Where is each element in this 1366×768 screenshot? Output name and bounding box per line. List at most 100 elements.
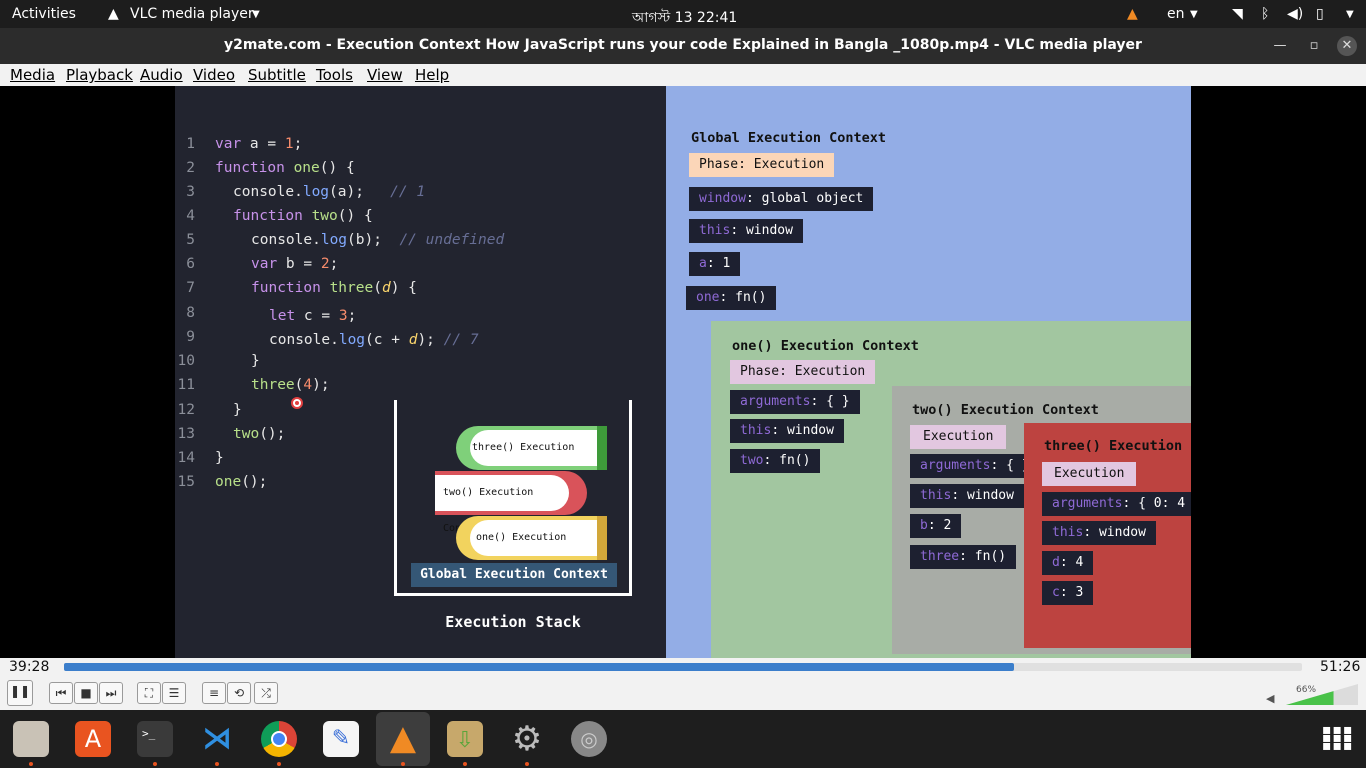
code-line: function two() { bbox=[233, 208, 373, 224]
system-top-bar: Activities ▲ VLC media player ▼ আগস্ট 13… bbox=[0, 0, 1366, 28]
total-time[interactable]: 51:26 bbox=[1320, 659, 1360, 675]
three-phase-badge: Execution bbox=[1042, 462, 1137, 486]
minimize-button[interactable]: — bbox=[1270, 36, 1290, 56]
menu-audio[interactable]: Audio bbox=[140, 66, 183, 84]
code-line: three(4); bbox=[251, 377, 330, 393]
volume-icon[interactable]: ◀) bbox=[1287, 6, 1303, 22]
context-pane: Global Execution Context Phase: Executio… bbox=[666, 86, 1191, 658]
one-context-title: one() Execution Context bbox=[732, 338, 919, 354]
vscode-icon[interactable]: ⋊ bbox=[199, 721, 235, 757]
code-line: } bbox=[215, 450, 224, 466]
seek-bar[interactable] bbox=[64, 663, 1302, 671]
global-phase-badge: Phase: Execution bbox=[689, 153, 835, 177]
one-context-panel: one() Execution Context Phase: Execution… bbox=[711, 321, 1191, 658]
pause-button[interactable]: ❚❚ bbox=[7, 680, 33, 706]
battery-icon[interactable]: ▯ bbox=[1316, 6, 1324, 22]
previous-button[interactable]: ⏮ bbox=[49, 682, 73, 704]
running-indicator bbox=[215, 762, 219, 766]
bluetooth-icon[interactable]: ᛒ bbox=[1261, 6, 1269, 22]
chevron-down-icon[interactable]: ▼ bbox=[1346, 9, 1354, 20]
two-this-entry: this: window bbox=[910, 484, 1024, 508]
video-area[interactable]: 1 2 3 4 5 6 7 8 9 10 11 12 13 14 15 var a = 1; functio… bbox=[0, 86, 1366, 658]
line-number: 12 bbox=[177, 402, 195, 418]
two-three-entry: three: fn() bbox=[910, 545, 1017, 569]
stack-item-global: Global Execution Context bbox=[411, 563, 617, 587]
speaker-icon[interactable]: ◀ bbox=[1266, 692, 1274, 705]
one-phase-badge: Phase: Execution bbox=[730, 360, 876, 384]
line-number: 9 bbox=[186, 329, 195, 345]
vlc-tray-icon[interactable]: ▲ bbox=[1127, 6, 1138, 22]
code-line: function three(d) { bbox=[251, 280, 417, 296]
archive-manager-icon[interactable]: ⇩ bbox=[447, 721, 483, 757]
stop-button[interactable]: ■ bbox=[74, 682, 98, 704]
one-two-entry: two: fn() bbox=[730, 449, 821, 473]
seek-progress bbox=[64, 663, 1014, 671]
running-indicator bbox=[463, 762, 467, 766]
player-controls: 39:28 51:26 ❚❚ ⏮ ■ ⏭ ⛶ ☰ ≡ ⟲ ⤮ ◀ 66% bbox=[0, 658, 1366, 710]
elapsed-time[interactable]: 39:28 bbox=[9, 659, 49, 675]
three-context-panel: three() Execution Co Execution arguments… bbox=[1024, 423, 1191, 648]
line-number: 6 bbox=[186, 256, 195, 272]
three-d-entry: d: 4 bbox=[1042, 551, 1094, 575]
menu-video[interactable]: Video bbox=[193, 66, 235, 84]
global-one-entry: one: fn() bbox=[686, 286, 777, 310]
menu-playback[interactable]: Playback bbox=[66, 66, 133, 84]
running-indicator bbox=[277, 762, 281, 766]
maximize-button[interactable]: ▫ bbox=[1304, 36, 1324, 56]
three-arguments-entry: arguments: { 0: 4 } bbox=[1042, 492, 1191, 516]
menu-help[interactable]: Help bbox=[415, 66, 449, 84]
text-editor-icon[interactable]: ✎ bbox=[323, 721, 359, 757]
wifi-icon[interactable]: ◥ bbox=[1232, 6, 1243, 22]
volume-slider[interactable] bbox=[1286, 684, 1358, 706]
show-applications-icon[interactable]: ▪▪▪ ▪▪▪ ▪▪▪ bbox=[1322, 723, 1352, 753]
line-number: 3 bbox=[186, 184, 195, 200]
two-b-entry: b: 2 bbox=[910, 514, 962, 538]
line-number: 7 bbox=[186, 280, 195, 296]
one-this-entry: this: window bbox=[730, 419, 844, 443]
app-menu-icon[interactable]: ▲ bbox=[108, 6, 119, 22]
vlc-icon[interactable]: ▲ bbox=[385, 721, 421, 757]
two-arguments-entry: arguments: { } bbox=[910, 454, 1040, 478]
stack-item-one: one() Execution Context bbox=[456, 516, 607, 579]
terminal-icon[interactable]: >_ bbox=[137, 721, 173, 757]
ubuntu-software-icon[interactable]: A bbox=[75, 721, 111, 757]
line-number: 13 bbox=[177, 426, 195, 442]
code-line: two(); bbox=[233, 426, 286, 442]
two-context-title: two() Execution Context bbox=[912, 402, 1099, 418]
chevron-down-icon: ▼ bbox=[1190, 9, 1198, 20]
menu-media[interactable]: Media bbox=[10, 66, 55, 84]
execution-stack-label: Execution Stack bbox=[445, 613, 581, 631]
three-c-entry: c: 3 bbox=[1042, 581, 1094, 605]
code-line: } bbox=[251, 353, 260, 369]
shuffle-button[interactable]: ⤮ bbox=[254, 682, 278, 704]
running-indicator bbox=[29, 762, 33, 766]
line-number: 4 bbox=[186, 208, 195, 224]
menu-tools[interactable]: Tools bbox=[316, 66, 353, 84]
window-title: y2mate.com - Execution Context How JavaS… bbox=[224, 37, 1142, 53]
disk-icon[interactable]: ◎ bbox=[571, 721, 607, 757]
code-line: } bbox=[233, 402, 242, 418]
settings-gear-icon[interactable]: ⚙ bbox=[509, 721, 545, 757]
code-line: console.log(a); // 1 bbox=[233, 184, 426, 200]
clock[interactable]: আগস্ট 13 22:41 bbox=[632, 6, 737, 30]
loop-button[interactable]: ⟲ bbox=[227, 682, 251, 704]
activities-button[interactable]: Activities bbox=[12, 6, 76, 22]
app-menu-label[interactable]: VLC media player bbox=[130, 6, 254, 22]
code-line: var a = 1; bbox=[215, 136, 303, 152]
menu-subtitle[interactable]: Subtitle bbox=[248, 66, 306, 84]
fullscreen-button[interactable]: ⛶ bbox=[137, 682, 161, 704]
playlist-button[interactable]: ≡ bbox=[202, 682, 226, 704]
line-number: 14 bbox=[177, 450, 195, 466]
two-phase-badge: Execution bbox=[910, 425, 1007, 449]
close-button[interactable]: ✕ bbox=[1337, 36, 1357, 56]
extended-settings-button[interactable]: ☰ bbox=[162, 682, 186, 704]
next-button[interactable]: ⏭ bbox=[99, 682, 123, 704]
files-icon[interactable] bbox=[13, 721, 49, 757]
code-line: one(); bbox=[215, 474, 268, 490]
chevron-down-icon: ▼ bbox=[252, 9, 260, 20]
dock: A >_ ⋊ ✎ ▲ ⇩ ⚙ ◎ ▪▪▪ ▪▪▪ ▪▪▪ bbox=[0, 710, 1366, 768]
code-line: console.log(b); // undefined bbox=[251, 232, 505, 248]
menu-view[interactable]: View bbox=[367, 66, 403, 84]
language-indicator[interactable]: en bbox=[1167, 6, 1185, 22]
chrome-icon[interactable] bbox=[261, 721, 297, 757]
